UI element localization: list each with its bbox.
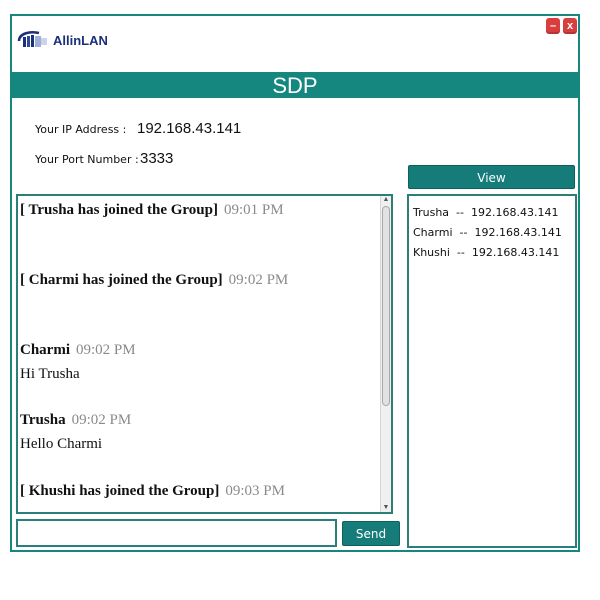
user-ip: 192.168.43.141 [471, 206, 559, 219]
ip-value: 192.168.43.141 [137, 120, 242, 137]
message-header: Trusha 09:02 PM [20, 412, 131, 429]
message-input[interactable] [16, 519, 337, 547]
user-ip: 192.168.43.141 [474, 226, 562, 239]
message-time: 09:03 PM [225, 483, 285, 499]
system-message: [ Trusha has joined the Group] 09:01 PM [20, 202, 284, 219]
message-time: 09:02 PM [71, 412, 132, 428]
sender-name: Charmi [20, 342, 70, 358]
user-name: Charmi [413, 226, 453, 239]
scroll-down-icon[interactable]: ▼ [382, 504, 390, 512]
scroll-thumb[interactable] [382, 206, 390, 406]
chat-messages: [ Trusha has joined the Group] 09:01 PM [… [20, 196, 382, 512]
page-title: SDP [12, 72, 578, 98]
view-button[interactable]: View [408, 165, 575, 189]
sender-name: Trusha [20, 412, 66, 428]
port-value: 3333 [140, 150, 174, 167]
app-window: AllinLAN – x SDP Your IP Address : 192.1… [10, 14, 580, 552]
user-name: Khushi [413, 246, 450, 259]
system-message: [ Charmi has joined the Group] 09:02 PM [20, 272, 288, 289]
user-item: Trusha -- 192.168.43.141 [413, 206, 558, 219]
system-message-text: [ Trusha has joined the Group] [20, 202, 218, 218]
allinlan-cable-icon [17, 31, 47, 47]
app-logo: AllinLAN [17, 26, 127, 56]
title-bar: AllinLAN – x [12, 16, 578, 72]
users-list: Trusha -- 192.168.43.141 Charmi -- 192.1… [407, 194, 577, 548]
logo-text: AllinLAN [53, 33, 108, 48]
message-text: Hello Charmi [20, 436, 103, 452]
message-time: 09:02 PM [228, 272, 289, 288]
port-label: Your Port Number : [35, 153, 139, 166]
system-message-text: [ Khushi has joined the Group] [20, 483, 220, 499]
message-time: 09:01 PM [223, 202, 284, 218]
user-item: Charmi -- 192.168.43.141 [413, 226, 562, 239]
scroll-up-icon[interactable]: ▲ [382, 196, 390, 204]
message-time: 09:02 PM [76, 342, 136, 358]
user-ip: 192.168.43.141 [471, 246, 560, 259]
send-button[interactable]: Send [342, 521, 400, 546]
ip-label: Your IP Address : [35, 123, 127, 136]
message-text: Hi Trusha [20, 366, 80, 382]
chat-area[interactable]: [ Trusha has joined the Group] 09:01 PM [… [16, 194, 393, 514]
system-message: [ Khushi has joined the Group] 09:03 PM [20, 483, 285, 500]
minimize-icon[interactable]: – [546, 18, 560, 34]
close-icon[interactable]: x [563, 18, 577, 34]
message-header: Charmi 09:02 PM [20, 342, 136, 359]
system-message-text: [ Charmi has joined the Group] [20, 272, 223, 288]
user-name: Trusha [413, 206, 450, 219]
user-separator: -- [456, 206, 464, 219]
chat-scrollbar[interactable]: ▲ ▼ [380, 196, 391, 512]
user-separator: -- [459, 226, 468, 239]
user-separator: -- [456, 246, 465, 259]
user-item: Khushi -- 192.168.43.141 [413, 246, 559, 259]
